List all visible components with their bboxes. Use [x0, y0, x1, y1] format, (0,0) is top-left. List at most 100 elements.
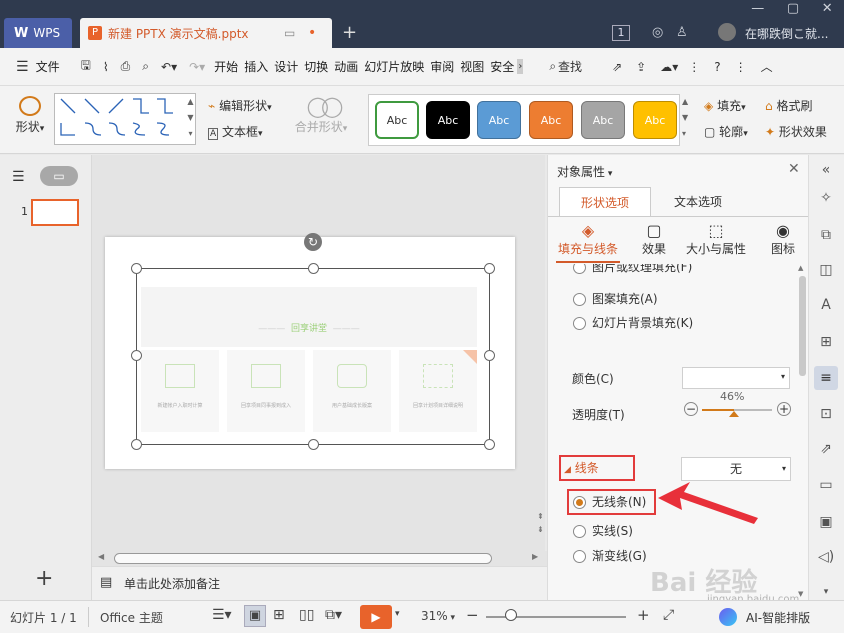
text-style-icon[interactable]: A — [818, 297, 834, 313]
play-slideshow-button[interactable]: ▶ — [360, 605, 392, 629]
save-icon[interactable]: 🖫 — [81, 56, 91, 77]
slide-thumbnail[interactable] — [31, 199, 79, 226]
gallery-scroll[interactable]: ▲ ▼ ▾ — [186, 94, 195, 144]
shape-gallery[interactable] — [54, 93, 196, 145]
magic-icon[interactable]: ✧ — [818, 190, 834, 206]
style-blue[interactable]: Abc — [477, 101, 521, 139]
menu-security[interactable]: 安全 — [487, 58, 517, 75]
copy-icon[interactable]: ⧉ — [818, 227, 834, 243]
avatar[interactable] — [718, 23, 736, 41]
resize-handle-se[interactable] — [484, 439, 495, 450]
account-name[interactable]: 在哪跌倒こ就... — [745, 25, 828, 42]
menu-more-icon[interactable]: › — [517, 59, 524, 74]
tab-text-options[interactable]: 文本选项 — [652, 187, 744, 217]
slide[interactable]: ——— 回享讲堂 ——— 新建帐户入职时计算 回享项目同事报到成入 用户基础成长… — [105, 237, 515, 469]
subtab-fill-line[interactable]: ◈ 填充与线条 — [556, 221, 620, 257]
shape-icon-side[interactable]: ◫ — [818, 262, 834, 278]
line-option-none[interactable]: 无线条(N) — [567, 489, 656, 515]
image-icon[interactable]: ⊡ — [818, 406, 834, 422]
menu-review[interactable]: 审阅 — [427, 58, 457, 75]
search-label[interactable]: 查找 — [558, 58, 582, 75]
resize-handle-w[interactable] — [131, 350, 142, 361]
outline-button[interactable]: ▢ 轮廓▾ — [704, 123, 748, 140]
more-down-icon[interactable]: ▾ — [818, 584, 834, 600]
color-dropdown[interactable]: ▾ — [682, 367, 790, 389]
minimize-icon[interactable]: — — [751, 1, 764, 17]
menu-insert[interactable]: 插入 — [241, 58, 271, 75]
hamburger-icon[interactable]: ☰ — [16, 59, 29, 75]
sorter-view-icon[interactable]: ⊞ — [273, 607, 285, 623]
selection-frame[interactable] — [136, 268, 490, 445]
presenter-view-icon[interactable]: ⧉▾ — [325, 607, 342, 623]
cloud-icon[interactable]: ☁▾ — [660, 60, 678, 74]
style-gray[interactable]: Abc — [581, 101, 625, 139]
add-slide-icon[interactable]: + — [35, 566, 53, 591]
fill-button[interactable]: ◈ 填充▾ — [704, 97, 746, 114]
settings-icon[interactable]: ⋮ — [735, 60, 747, 74]
scroll-right-icon[interactable]: ▶ — [532, 552, 538, 561]
preview-icon[interactable]: ⌕ — [142, 59, 149, 74]
subtab-size-props[interactable]: ⬚ 大小与属性 — [680, 221, 752, 257]
archive-icon[interactable]: ▭ — [818, 477, 834, 493]
zoom-in-icon[interactable]: + — [637, 606, 650, 624]
collapse-ribbon-icon[interactable]: ︿ — [761, 58, 773, 75]
window-count-badge[interactable]: 1 — [612, 25, 630, 41]
textbox-button[interactable]: A 文本框▾ — [208, 123, 263, 140]
pane-vertical-scrollbar[interactable]: ▲ ▼ — [798, 264, 807, 600]
skin-icon[interactable]: ◎ — [652, 25, 663, 40]
resize-handle-sw[interactable] — [131, 439, 142, 450]
subtab-effect[interactable]: ▢ 效果 — [634, 221, 674, 257]
menu-start[interactable]: 开始 — [211, 58, 241, 75]
menu-design[interactable]: 设计 — [271, 58, 301, 75]
style-gallery-scroll[interactable]: ▲ ▼ ▾ — [682, 94, 688, 142]
style-gold[interactable]: Abc — [633, 101, 677, 139]
properties-icon[interactable]: ≡ — [814, 366, 838, 390]
slide-view-toggle[interactable]: ▭ — [40, 166, 78, 186]
menu-view[interactable]: 视图 — [457, 58, 487, 75]
reading-view-icon[interactable]: ▯▯ — [299, 607, 314, 623]
menu-slideshow[interactable]: 幻灯片放映 — [361, 58, 427, 75]
resize-handle-nw[interactable] — [131, 263, 142, 274]
wps-home-tab[interactable]: W WPS — [4, 18, 72, 48]
new-tab-button[interactable]: + — [342, 22, 357, 43]
help-icon[interactable]: ? — [714, 60, 720, 74]
rotate-handle-icon[interactable]: ↻ — [304, 233, 322, 251]
share-side-icon[interactable]: ⇗ — [818, 441, 834, 457]
menu-file[interactable]: 文件 — [33, 58, 63, 75]
pane-scroll-up-icon[interactable]: ▲ — [798, 264, 803, 272]
picture-icon[interactable]: ▣ — [818, 514, 834, 530]
scroll-left-icon[interactable]: ◀ — [98, 552, 104, 561]
pane-close-icon[interactable]: ✕ — [788, 161, 800, 177]
layout-icon[interactable]: ⊞ — [818, 334, 834, 350]
pane-title[interactable]: 对象属性 ▾ — [557, 163, 612, 180]
menu-animation[interactable]: 动画 — [331, 58, 361, 75]
sound-icon[interactable]: ◁) — [818, 549, 834, 565]
outline-view-icon[interactable]: ☰ — [12, 169, 25, 185]
edit-shape-button[interactable]: ⌁ 编辑形状▾ — [208, 97, 272, 114]
fit-window-icon[interactable]: ⤢ — [663, 607, 674, 623]
tab-shape-options[interactable]: 形状选项 — [559, 187, 651, 217]
export-icon[interactable]: ⇪ — [636, 60, 646, 74]
shape-effect-button[interactable]: ✦ 形状效果 — [765, 123, 844, 140]
subtab-icon[interactable]: ◉ 图标 — [766, 221, 800, 257]
undo-icon[interactable]: ↶▾ — [161, 60, 177, 74]
redo-icon[interactable]: ↷▾ — [189, 60, 205, 74]
fill-option-picture[interactable]: 图片或纹理填充(F) — [573, 264, 692, 275]
format-painter-icon[interactable]: ⌇ — [103, 60, 109, 74]
line-option-solid[interactable]: 实线(S) — [573, 522, 633, 539]
zoom-slider-thumb[interactable] — [504, 609, 517, 621]
more-options-icon[interactable]: ⋮ — [688, 60, 700, 74]
pane-scroll-thumb[interactable] — [799, 276, 806, 376]
collapse-sidebar-icon[interactable]: « — [818, 162, 834, 178]
resize-handle-n[interactable] — [308, 263, 319, 274]
style-white[interactable]: Abc — [375, 101, 419, 139]
line-section-header[interactable]: ◢ 线条 — [559, 455, 635, 481]
normal-view-icon[interactable]: ▣ — [244, 605, 266, 627]
horizontal-scrollbar[interactable]: ◀ ▶ — [92, 551, 547, 566]
zoom-out-icon[interactable]: − — [466, 606, 479, 624]
transparency-slider-thumb[interactable] — [729, 411, 740, 417]
fill-option-pattern[interactable]: 图案填充(A) — [573, 290, 658, 307]
theme-name[interactable]: Office 主题 — [100, 609, 163, 626]
line-option-gradient[interactable]: 渐变线(G) — [573, 547, 647, 564]
notes-toggle-icon[interactable]: ☰▾ — [212, 607, 232, 623]
